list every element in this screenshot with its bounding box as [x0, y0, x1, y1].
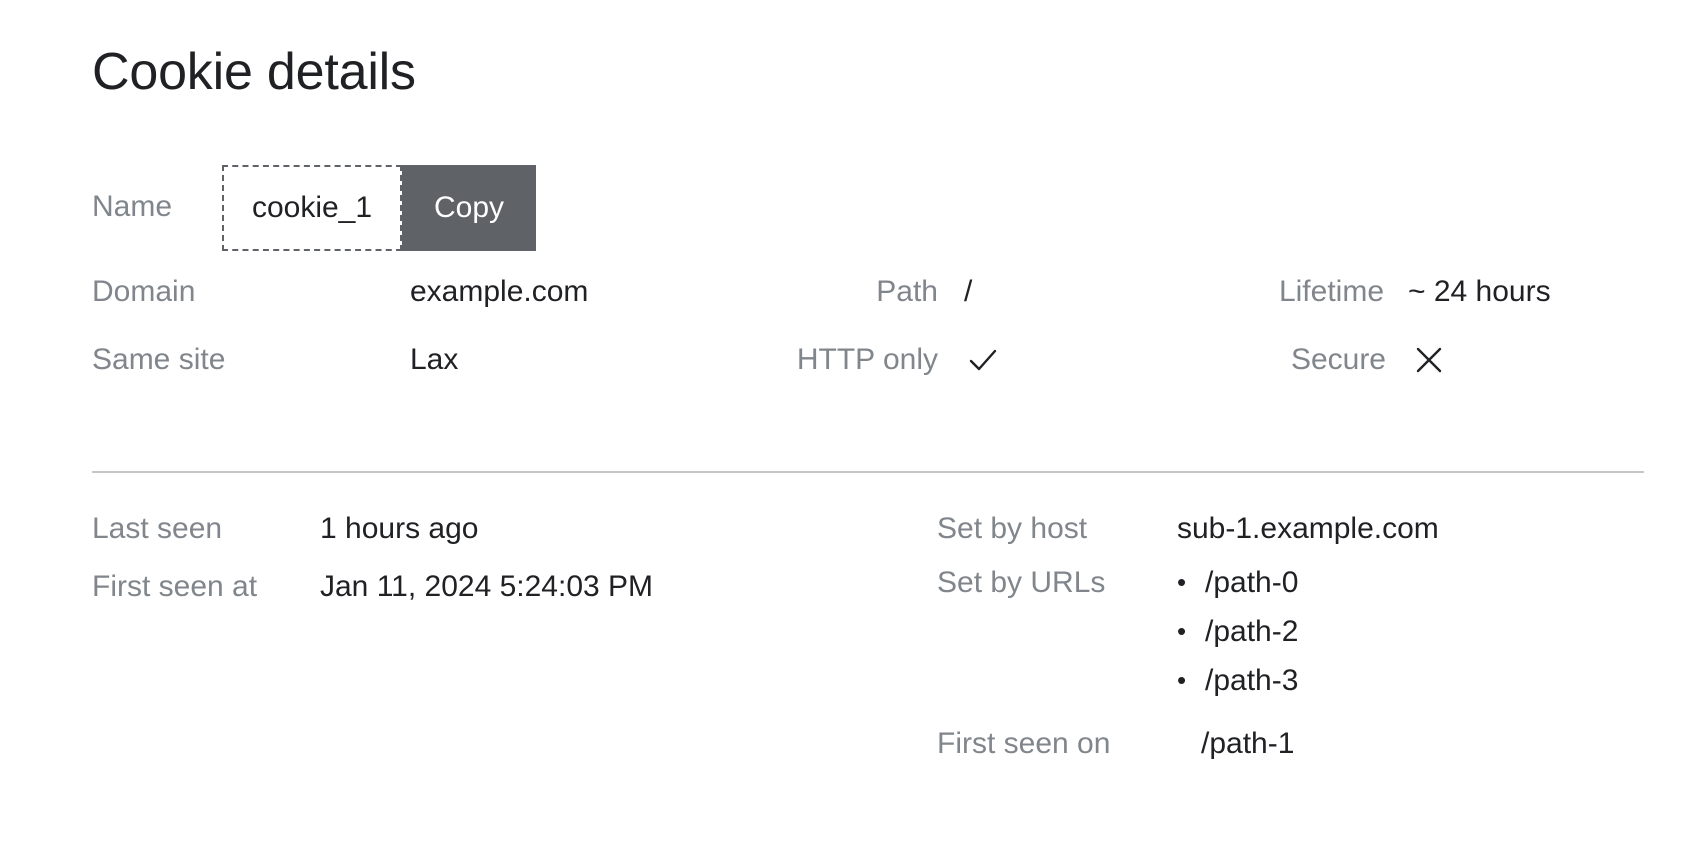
- list-item-label: /path-0: [1205, 566, 1299, 599]
- http-only-label-cell: HTTP only: [726, 342, 938, 378]
- first-seen-on-value: /path-1: [1201, 727, 1295, 760]
- same-site-value-cell: Lax: [410, 342, 726, 378]
- lifetime-label: Lifetime: [1278, 275, 1384, 308]
- bullet-icon: •: [1177, 616, 1187, 646]
- first-seen-at-value: Jan 11, 2024 5:24:03 PM: [320, 570, 654, 603]
- cross-icon: [1412, 343, 1446, 377]
- list-item: • /path-2: [1177, 607, 1298, 656]
- path-label-cell: Path: [726, 274, 938, 310]
- secure-value-cell: [1386, 342, 1592, 378]
- last-seen-label: Last seen: [92, 512, 223, 545]
- domain-value: example.com: [410, 275, 589, 308]
- set-by-urls-row: Set by URLs • /path-0 • /path-2 • /path-…: [937, 558, 1637, 705]
- first-seen-on-label: First seen on: [937, 727, 1111, 760]
- lifetime-value: ~ 24 hours: [1408, 275, 1551, 308]
- page-title: Cookie details: [92, 43, 416, 101]
- set-by-urls-list: • /path-0 • /path-2 • /path-3: [1177, 558, 1298, 705]
- set-by-urls-label: Set by URLs: [937, 566, 1106, 599]
- check-icon: [966, 343, 1000, 377]
- copy-button[interactable]: Copy: [402, 165, 536, 251]
- bullet-icon: •: [1177, 567, 1187, 597]
- path-label: Path: [876, 275, 938, 308]
- last-seen-value: 1 hours ago: [320, 512, 479, 545]
- list-item-label: /path-3: [1205, 664, 1299, 697]
- http-only-value-cell: [938, 342, 1156, 378]
- same-site-label: Same site: [92, 343, 226, 376]
- list-item-label: /path-2: [1205, 615, 1299, 648]
- source-column: Set by host sub-1.example.com Set by URL…: [937, 500, 1637, 773]
- name-field-row: Name: [92, 187, 222, 227]
- same-site-field: Same site: [92, 342, 410, 378]
- domain-value-cell: example.com: [410, 274, 726, 310]
- name-label: Name: [92, 190, 173, 223]
- list-item: • /path-3: [1177, 656, 1298, 705]
- http-only-label: HTTP only: [796, 343, 938, 376]
- set-by-host-value: sub-1.example.com: [1177, 512, 1439, 545]
- path-value: /: [964, 275, 973, 308]
- cookie-details-panel: Cookie details Name cookie_1 Copy Domain…: [0, 0, 1692, 864]
- name-copy-group: cookie_1 Copy: [222, 165, 536, 251]
- list-item: • /path-0: [1177, 558, 1298, 607]
- first-seen-at-label: First seen at: [92, 570, 258, 603]
- cookie-name-value: cookie_1: [251, 191, 373, 224]
- set-by-host-label: Set by host: [937, 512, 1088, 545]
- secure-label-cell: Secure: [1156, 342, 1386, 378]
- same-site-value: Lax: [410, 343, 459, 376]
- attribute-row-secondary: Same site Lax HTTP only Secure: [92, 342, 1622, 378]
- lifetime-value-cell: ~ 24 hours: [1384, 274, 1588, 310]
- domain-field: Domain: [92, 274, 410, 310]
- set-by-host-row: Set by host sub-1.example.com: [937, 500, 1637, 558]
- last-seen-row: Last seen 1 hours ago: [92, 500, 852, 558]
- lifetime-label-cell: Lifetime: [1154, 274, 1384, 310]
- first-seen-at-row: First seen at Jan 11, 2024 5:24:03 PM: [92, 558, 852, 616]
- first-seen-on-row: First seen on /path-1: [937, 715, 1637, 773]
- domain-label: Domain: [92, 275, 196, 308]
- bullet-icon: •: [1177, 665, 1187, 695]
- section-divider: [92, 471, 1644, 473]
- path-value-cell: /: [938, 274, 1154, 310]
- cookie-name-value-box[interactable]: cookie_1: [222, 165, 402, 251]
- history-column: Last seen 1 hours ago First seen at Jan …: [92, 500, 852, 616]
- attribute-row-primary: Domain example.com Path / Lifetime ~ 24 …: [92, 274, 1622, 310]
- secure-label: Secure: [1290, 343, 1386, 376]
